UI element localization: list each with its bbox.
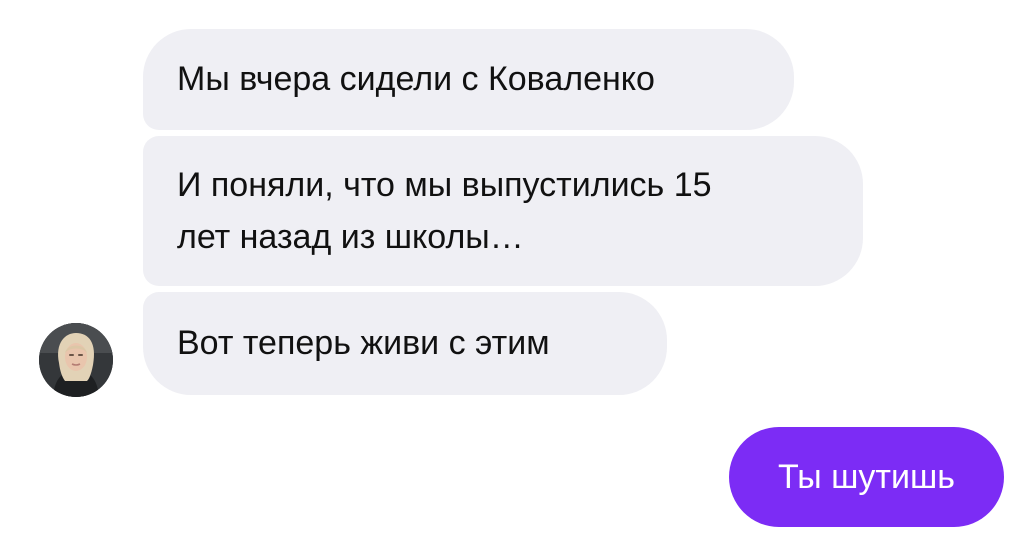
message-text: Мы вчера сидели с Коваленко (177, 60, 655, 98)
avatar-photo-icon (39, 323, 113, 397)
outgoing-message-bubble[interactable]: Ты шутишь (729, 427, 1004, 527)
message-text: лет назад из школы… (177, 218, 524, 256)
message-text: И поняли, что мы выпустились 15 (177, 166, 712, 204)
chat-thread: Мы вчера сидели с Коваленко И поняли, чт… (0, 0, 1024, 539)
message-text: Ты шутишь (778, 458, 955, 496)
incoming-message-bubble[interactable]: И поняли, что мы выпустились 15 лет наза… (143, 136, 863, 286)
incoming-message-bubble[interactable]: Мы вчера сидели с Коваленко (143, 29, 794, 130)
incoming-message-bubble[interactable]: Вот теперь живи с этим (143, 292, 667, 395)
sender-avatar[interactable] (39, 323, 113, 397)
message-text: Вот теперь живи с этим (177, 324, 550, 362)
